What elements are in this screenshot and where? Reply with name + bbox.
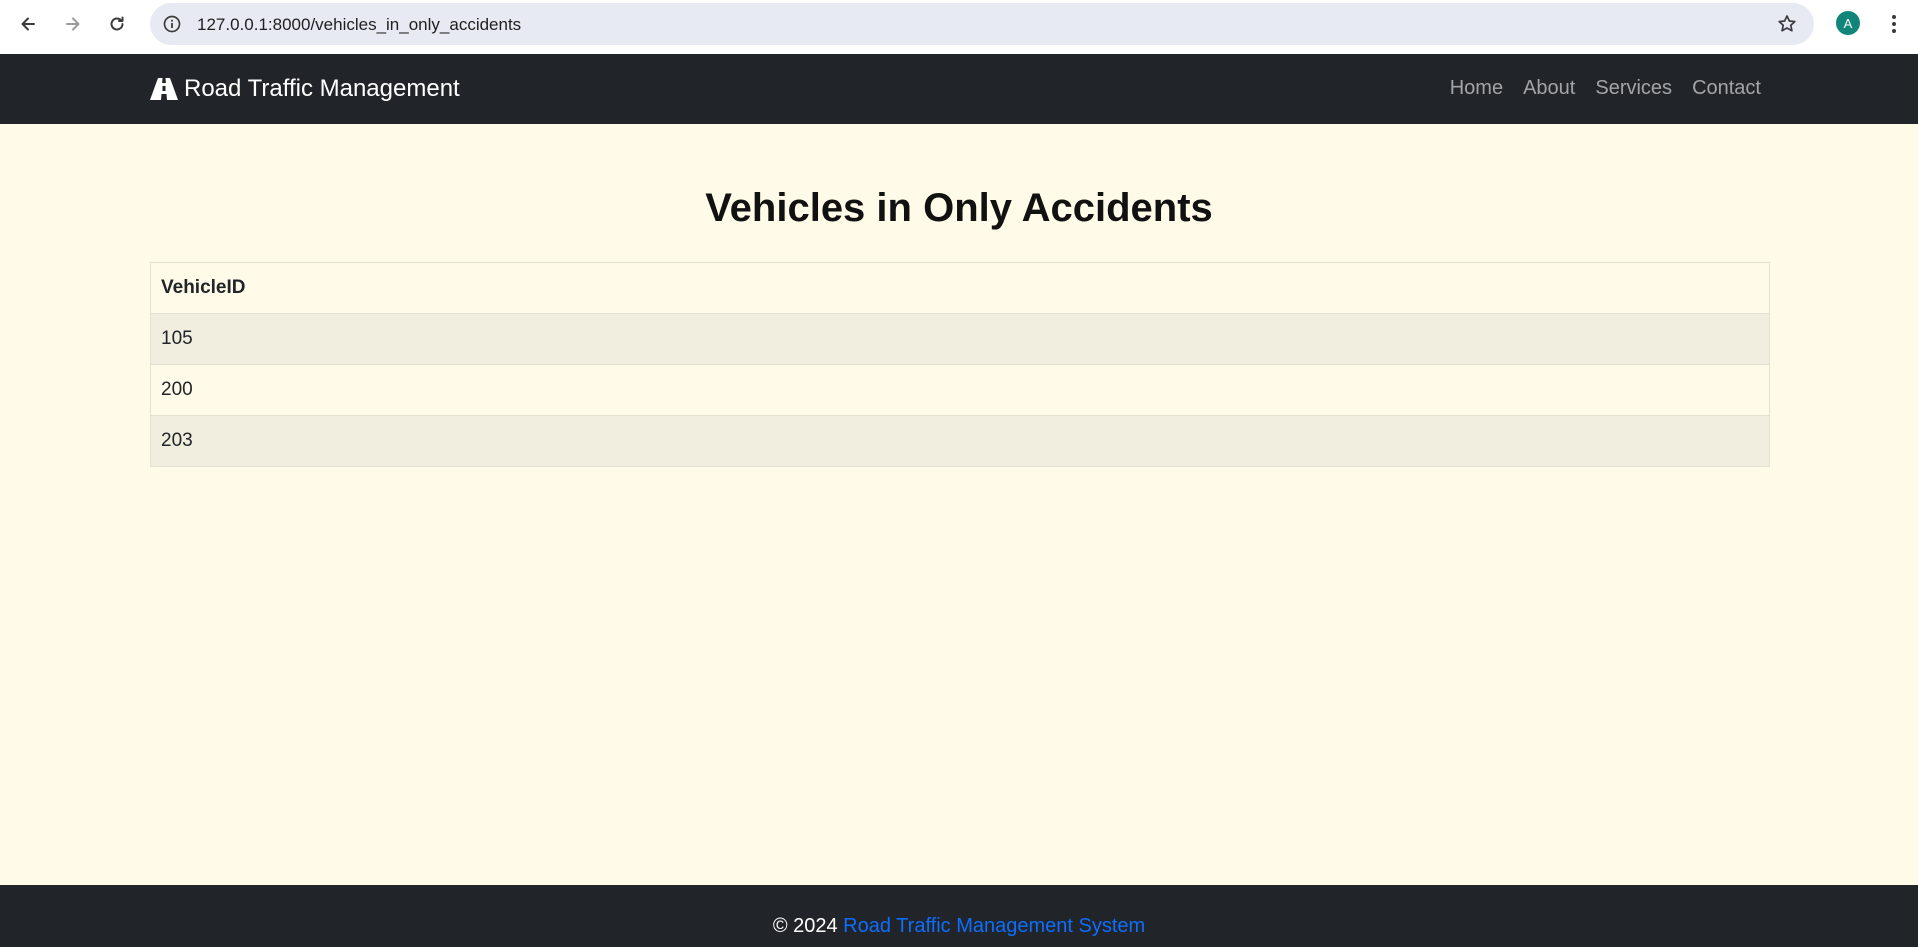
vehicleid-cell: 203 bbox=[150, 415, 1770, 467]
profile-avatar[interactable]: A bbox=[1836, 11, 1860, 35]
address-bar[interactable]: 127.0.0.1:8000/vehicles_in_only_accident… bbox=[150, 3, 1814, 45]
nav-link-home[interactable]: Home bbox=[1450, 77, 1503, 100]
site-footer: © 2024 Road Traffic Management System bbox=[0, 885, 1918, 947]
forward-button[interactable] bbox=[55, 9, 91, 39]
table-row: 105 bbox=[150, 313, 1770, 365]
road-icon bbox=[150, 78, 178, 100]
bookmark-star-icon[interactable] bbox=[1776, 13, 1798, 35]
more-menu-icon bbox=[1892, 15, 1896, 33]
brand-link[interactable]: Road Traffic Management bbox=[150, 75, 460, 103]
vehicleid-cell: 105 bbox=[150, 313, 1770, 365]
copyright-text: © 2024 bbox=[772, 915, 838, 937]
back-arrow-icon bbox=[21, 17, 35, 31]
column-header-vehicleid: VehicleID bbox=[150, 262, 1770, 314]
browser-toolbar: 127.0.0.1:8000/vehicles_in_only_accident… bbox=[0, 0, 1918, 54]
reload-icon bbox=[110, 16, 124, 31]
nav-link-services[interactable]: Services bbox=[1595, 77, 1672, 100]
nav-link-about[interactable]: About bbox=[1523, 77, 1575, 100]
forward-arrow-icon bbox=[66, 17, 80, 31]
table-header-row: VehicleID bbox=[150, 262, 1770, 314]
url-text[interactable]: 127.0.0.1:8000/vehicles_in_only_accident… bbox=[197, 15, 521, 35]
site-navbar: Road Traffic Management Home About Servi… bbox=[0, 54, 1918, 124]
brand-name[interactable]: Road Traffic Management bbox=[184, 75, 460, 103]
footer-link[interactable]: Road Traffic Management System bbox=[843, 915, 1145, 937]
back-button[interactable] bbox=[10, 9, 46, 39]
reload-button[interactable] bbox=[99, 9, 135, 39]
table-row: 203 bbox=[150, 415, 1770, 467]
vehicleid-cell: 200 bbox=[150, 364, 1770, 416]
vehicles-table: VehicleID 105 200 203 bbox=[150, 262, 1770, 467]
nav-link-contact[interactable]: Contact bbox=[1692, 77, 1761, 100]
footer-text: © 2024 Road Traffic Management System bbox=[0, 915, 1918, 938]
nav-links: Home About Services Contact bbox=[1450, 77, 1761, 100]
browser-menu-button[interactable] bbox=[1884, 11, 1904, 37]
page-title: Vehicles in Only Accidents bbox=[705, 186, 1213, 230]
table-row: 200 bbox=[150, 364, 1770, 416]
site-info-icon[interactable] bbox=[162, 14, 182, 34]
